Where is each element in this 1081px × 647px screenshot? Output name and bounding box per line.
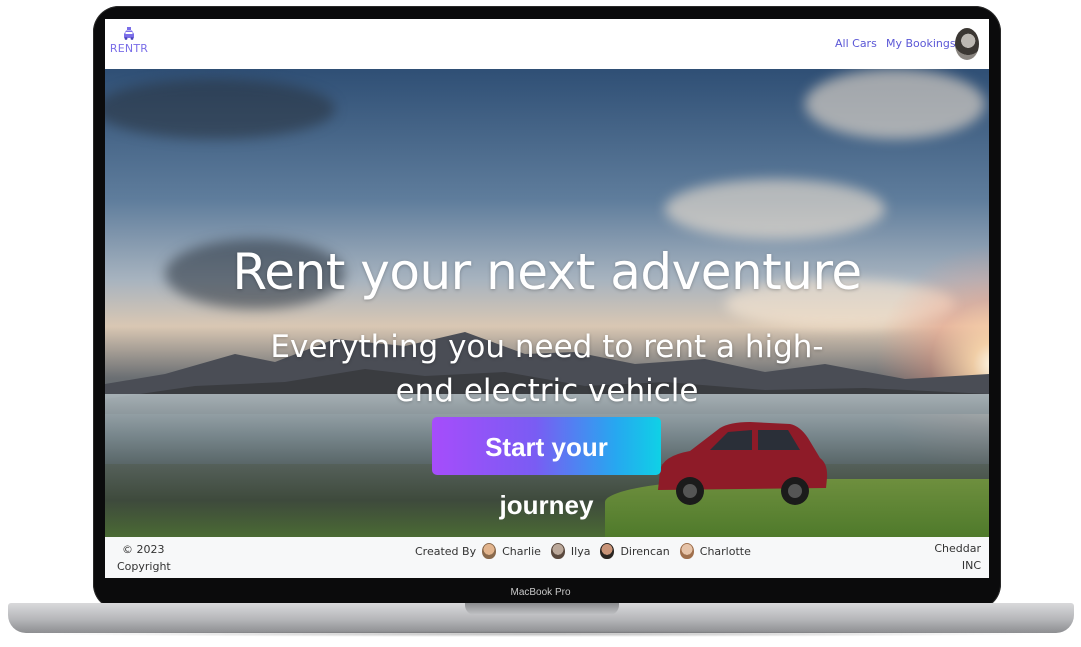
- device-label: MacBook Pro: [510, 587, 571, 598]
- hero-title: Rent your next adventure: [232, 242, 862, 301]
- creator-avatar: [600, 543, 615, 559]
- creator-name: Charlotte: [699, 544, 751, 558]
- hero-subtitle: Everything you need to rent a high-end e…: [270, 329, 824, 409]
- hero-section: Rent your next adventure Everything you …: [105, 69, 989, 537]
- brand-logo[interactable]: RENTR: [109, 25, 149, 63]
- nav-my-bookings-link[interactable]: My Bookings: [886, 37, 956, 50]
- logo-text: RENTR: [109, 42, 149, 55]
- navbar: RENTR All Cars My Bookings: [105, 19, 989, 69]
- start-journey-button[interactable]: Start your journey: [432, 417, 661, 520]
- copyright-year: © 2023: [122, 543, 165, 556]
- nav-all-cars-link[interactable]: All Cars: [835, 37, 877, 50]
- footer-credits: Created By Charlie Ilya Direncan Charlot…: [415, 542, 755, 560]
- user-avatar[interactable]: [955, 28, 979, 60]
- laptop-shadow: [30, 631, 1050, 637]
- creator-name: Ilya: [570, 544, 591, 558]
- creator-name: Direncan: [620, 544, 670, 558]
- red-suv-image: [658, 422, 828, 505]
- creator-avatar: [550, 543, 565, 559]
- footer-company: Cheddar INC: [934, 540, 981, 574]
- footer: © 2023 Copyright Created By Charlie Ilya…: [105, 537, 989, 578]
- company-suffix: INC: [961, 559, 981, 572]
- hero-cloud: [105, 79, 335, 139]
- hero-cloud: [665, 179, 885, 239]
- copyright-label: Copyright: [117, 560, 171, 573]
- laptop-notch: [465, 603, 619, 615]
- hero-cloud: [805, 69, 985, 139]
- creator-avatar: [482, 543, 497, 559]
- footer-copyright: © 2023 Copyright: [117, 541, 171, 575]
- app-screen: RENTR All Cars My Bookings Rent your nex…: [105, 19, 989, 578]
- car-logo-icon: [124, 27, 134, 40]
- created-by-label: Created By: [415, 544, 477, 558]
- creator-name: Charlie: [502, 544, 541, 558]
- company-name: Cheddar: [934, 542, 981, 555]
- creator-avatar: [679, 543, 694, 559]
